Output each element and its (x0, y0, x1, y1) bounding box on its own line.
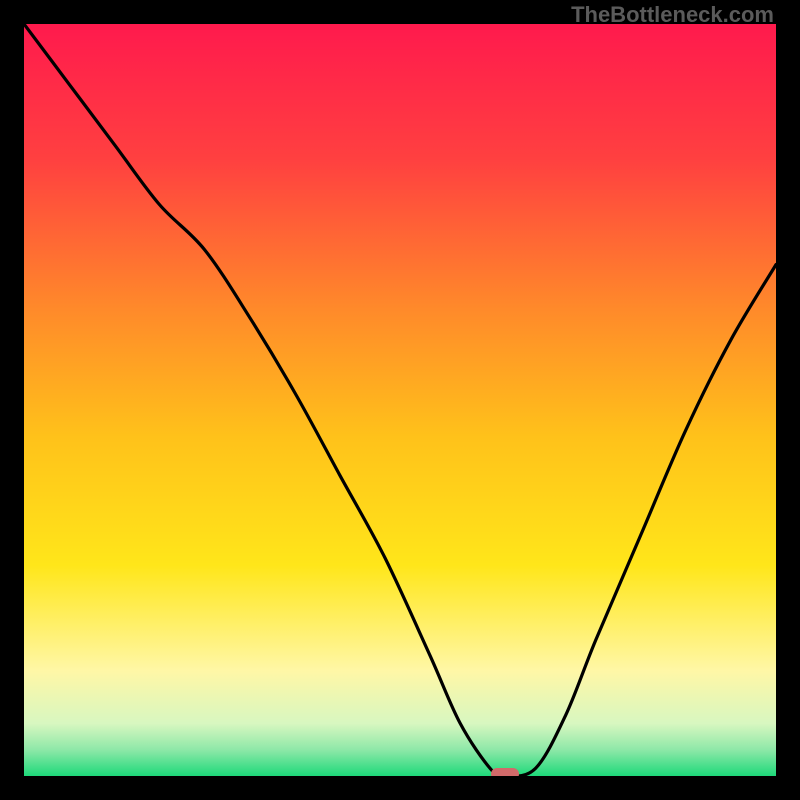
plot-area (24, 24, 776, 776)
chart-frame: TheBottleneck.com (0, 0, 800, 800)
bottleneck-curve (24, 24, 776, 776)
optimal-point-marker (491, 768, 519, 776)
watermark-text: TheBottleneck.com (571, 2, 774, 28)
